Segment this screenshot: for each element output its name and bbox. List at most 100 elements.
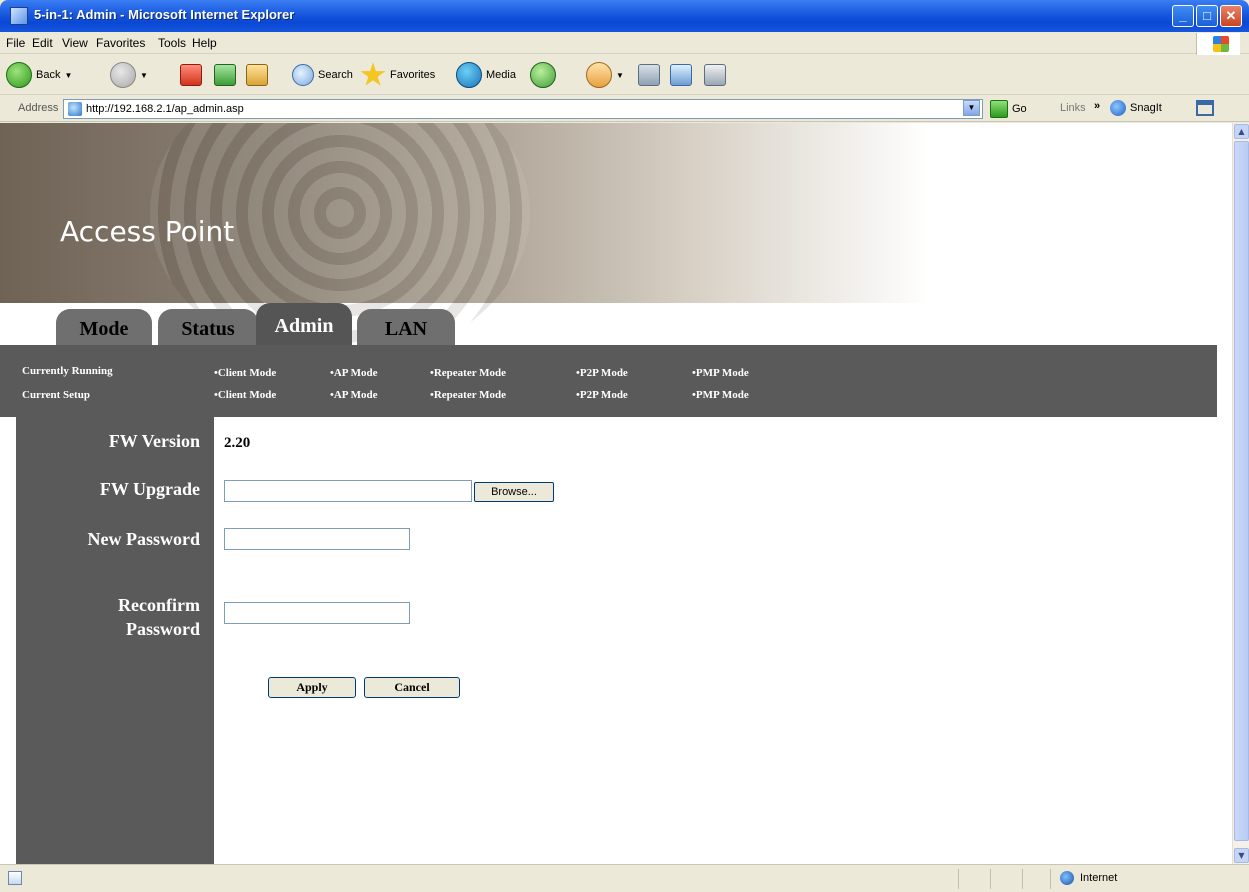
- menu-view[interactable]: View: [62, 36, 88, 50]
- edit-icon: [670, 64, 692, 86]
- fw-version-label: FW Version: [108, 431, 200, 451]
- scroll-down-icon[interactable]: ▼: [1234, 848, 1249, 863]
- history-icon: [530, 62, 556, 88]
- home-button[interactable]: [246, 61, 268, 89]
- vertical-scrollbar[interactable]: ▲ ▼: [1232, 123, 1249, 864]
- media-icon: [456, 62, 482, 88]
- search-button[interactable]: Search: [292, 61, 353, 89]
- title-bar: 5-in-1: Admin - Microsoft Internet Explo…: [0, 0, 1249, 32]
- address-url: http://192.168.2.1/ap_admin.asp: [86, 103, 244, 115]
- header-banner: Access Point: [0, 123, 1232, 363]
- forward-arrow-icon: [110, 62, 136, 88]
- new-password-label: New Password: [87, 529, 201, 549]
- toolbar: Back ▼ ▼ Search Favorites Media ▼: [0, 55, 1249, 95]
- ie-window-icon[interactable]: [10, 7, 28, 25]
- tab-lan[interactable]: LAN: [357, 309, 455, 345]
- setup-mode-repeater: •Repeater Mode: [430, 389, 507, 401]
- running-mode-p2p: •P2P Mode: [576, 367, 628, 379]
- mail-dropdown-icon[interactable]: ▼: [616, 71, 624, 80]
- setup-mode-pmp: •PMP Mode: [692, 389, 749, 401]
- form-label-column: FW Version FW Upgrade New Password Recon…: [16, 417, 214, 864]
- banner-title: Access Point: [60, 215, 235, 248]
- history-button[interactable]: [530, 61, 556, 89]
- browse-button[interactable]: Browse...: [474, 482, 554, 502]
- address-bar: Address http://192.168.2.1/ap_admin.asp …: [0, 96, 1249, 122]
- snagit-button[interactable]: SnagIt: [1110, 100, 1162, 116]
- close-button[interactable]: ✕: [1220, 5, 1242, 27]
- setup-mode-p2p: •P2P Mode: [576, 389, 628, 401]
- running-mode-ap: •AP Mode: [330, 367, 378, 379]
- menu-file[interactable]: File: [6, 36, 25, 50]
- back-arrow-icon: [6, 62, 32, 88]
- tab-mode[interactable]: Mode: [56, 309, 152, 345]
- edit-button[interactable]: [670, 61, 692, 89]
- links-more-chevron[interactable]: »: [1094, 100, 1100, 112]
- menu-edit[interactable]: Edit: [32, 36, 53, 50]
- reconfirm-label-line1: Reconfirm: [118, 595, 200, 615]
- snagit-label: SnagIt: [1130, 102, 1162, 114]
- snagit-window-icon[interactable]: [1196, 100, 1214, 116]
- status-bar: Internet: [0, 864, 1249, 892]
- zone-label: Internet: [1080, 872, 1118, 884]
- fw-version-value: 2.20: [224, 435, 251, 451]
- stop-button[interactable]: [180, 61, 202, 89]
- reconfirm-label-line2: Password: [125, 619, 200, 639]
- forward-button[interactable]: ▼: [110, 61, 148, 89]
- apply-button[interactable]: Apply: [268, 677, 356, 698]
- back-button[interactable]: Back ▼: [6, 61, 72, 89]
- links-label[interactable]: Links: [1060, 102, 1086, 114]
- page-icon: [68, 102, 82, 116]
- go-label: Go: [1012, 103, 1027, 115]
- favorites-label: Favorites: [390, 69, 436, 81]
- print-button[interactable]: [638, 61, 660, 89]
- mail-icon: [586, 62, 612, 88]
- menu-bar: File Edit View Favorites Tools Help: [0, 32, 1249, 54]
- cancel-button[interactable]: Cancel: [364, 677, 460, 698]
- menu-tools[interactable]: Tools: [158, 36, 186, 50]
- windows-logo-icon: [1196, 33, 1240, 55]
- address-dropdown-icon[interactable]: ▼: [963, 100, 980, 116]
- scroll-thumb[interactable]: [1234, 141, 1249, 841]
- menu-help[interactable]: Help: [192, 36, 217, 50]
- media-label: Media: [486, 69, 516, 81]
- fw-upgrade-file-input[interactable]: [224, 480, 472, 502]
- fw-upgrade-label: FW Upgrade: [99, 479, 200, 499]
- scroll-up-icon[interactable]: ▲: [1234, 124, 1249, 139]
- media-button[interactable]: Media: [456, 61, 516, 89]
- search-icon: [292, 64, 314, 86]
- reconfirm-password-input[interactable]: [224, 602, 410, 624]
- currently-running-label: Currently Running: [22, 365, 113, 377]
- address-input[interactable]: http://192.168.2.1/ap_admin.asp: [63, 99, 983, 119]
- print-icon: [638, 64, 660, 86]
- mode-status-bar: Currently Running Current Setup •Client …: [0, 345, 1217, 417]
- favorites-star-icon: [360, 62, 386, 86]
- refresh-button[interactable]: [214, 61, 236, 89]
- setup-mode-ap: •AP Mode: [330, 389, 378, 401]
- messenger-button[interactable]: [704, 61, 726, 89]
- stop-icon: [180, 64, 202, 86]
- favorites-button[interactable]: Favorites: [360, 61, 435, 89]
- forward-dropdown-icon[interactable]: ▼: [140, 71, 148, 80]
- running-mode-repeater: •Repeater Mode: [430, 367, 507, 379]
- mail-button[interactable]: ▼: [586, 61, 624, 89]
- home-icon: [246, 64, 268, 86]
- menu-favorites[interactable]: Favorites: [96, 36, 145, 50]
- snagit-icon: [1110, 100, 1126, 116]
- page-viewport: Access Point Mode Status Admin LAN Curre…: [0, 123, 1232, 864]
- new-password-input[interactable]: [224, 528, 410, 550]
- back-dropdown-icon[interactable]: ▼: [64, 71, 72, 80]
- nav-tabs: Mode Status Admin LAN: [0, 303, 1232, 345]
- running-mode-client: •Client Mode: [214, 367, 277, 379]
- refresh-icon: [214, 64, 236, 86]
- running-mode-pmp: •PMP Mode: [692, 367, 749, 379]
- search-label: Search: [318, 69, 353, 81]
- go-arrow-icon: [990, 100, 1008, 118]
- minimize-button[interactable]: _: [1172, 5, 1194, 27]
- tab-status[interactable]: Status: [158, 309, 258, 345]
- address-label: Address: [18, 102, 59, 114]
- back-label: Back: [36, 69, 61, 81]
- maximize-button[interactable]: □: [1196, 5, 1218, 27]
- security-zone: Internet: [1060, 871, 1117, 885]
- tab-admin[interactable]: Admin: [256, 303, 352, 345]
- go-button[interactable]: Go: [990, 100, 1027, 118]
